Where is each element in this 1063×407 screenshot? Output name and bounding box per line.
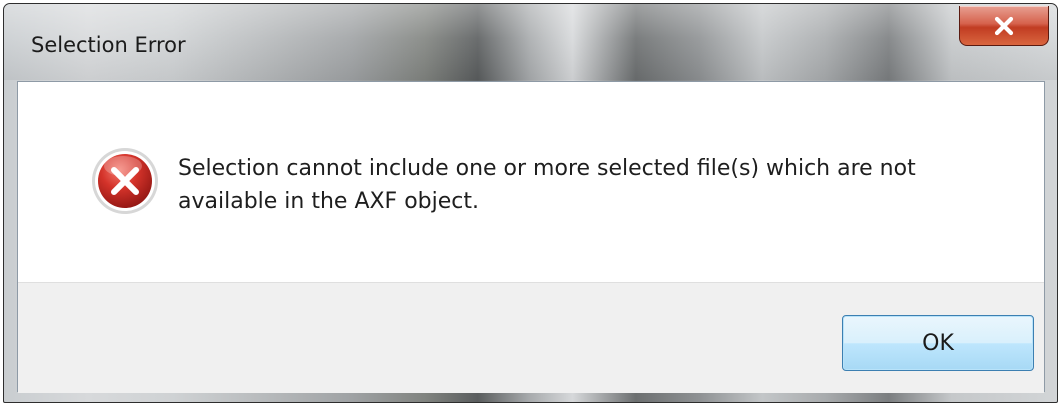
dialog-content: Selection cannot include one or more sel… (17, 81, 1045, 393)
ok-button[interactable]: OK (842, 315, 1034, 371)
close-button[interactable] (959, 6, 1049, 46)
window-title: Selection Error (31, 33, 186, 57)
dialog-window: Selection Error Selection cannot include… (3, 3, 1058, 403)
message-area: Selection cannot include one or more sel… (18, 82, 1044, 282)
error-message: Selection cannot include one or more sel… (178, 156, 916, 214)
error-icon (90, 146, 160, 216)
button-bar: OK (18, 282, 1044, 393)
close-icon (993, 16, 1015, 36)
title-bar[interactable]: Selection Error (4, 4, 1057, 80)
